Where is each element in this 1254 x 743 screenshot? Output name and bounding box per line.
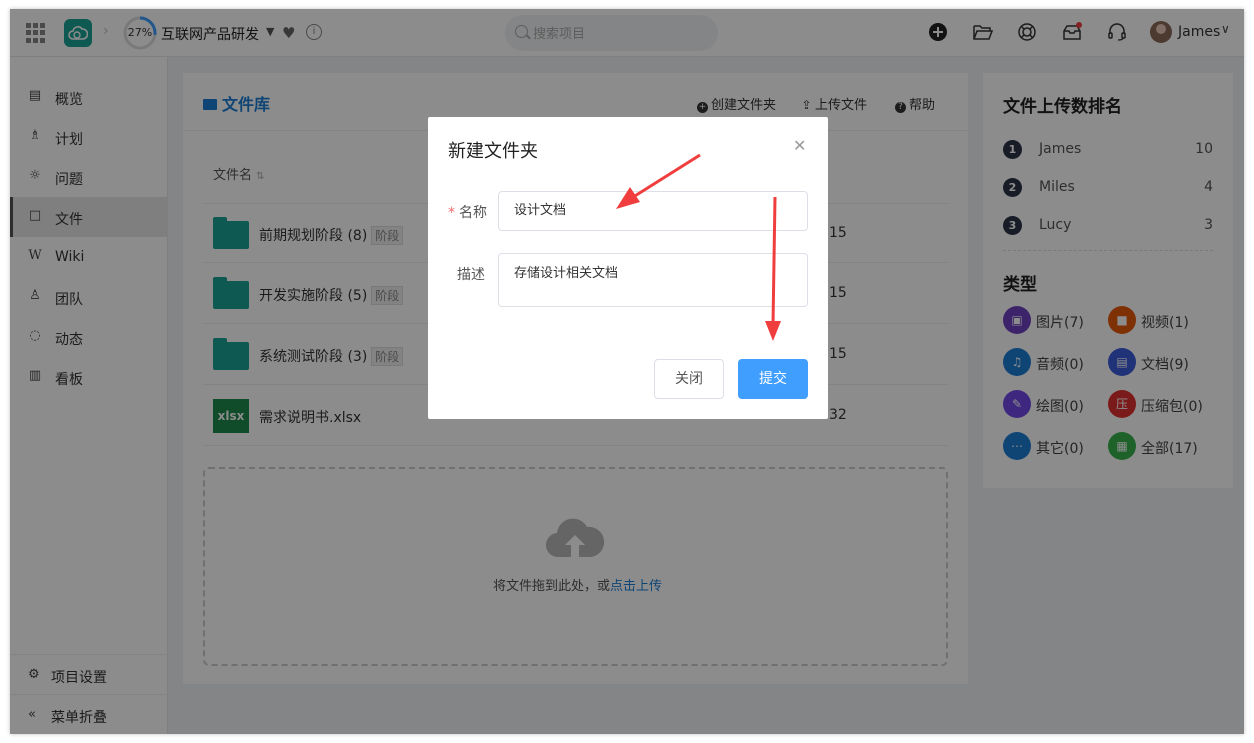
required-marker: * <box>448 205 455 221</box>
submit-button[interactable]: 提交 <box>738 359 808 399</box>
dialog-title: 新建文件夹 <box>448 141 538 162</box>
close-button[interactable]: 关闭 <box>654 359 724 399</box>
new-folder-dialog: 新建文件夹 ✕ * 名称 设计文档 描述 存储设计相关文档 关闭 提交 <box>428 117 828 419</box>
app-window: › 27% 互联网产品研发 ▼ ♥ i James ∨ ▤ 概览 ♗ 计划 <box>10 9 1244 734</box>
name-field-label: * 名称 <box>448 205 487 221</box>
close-icon[interactable]: ✕ <box>793 136 806 155</box>
folder-description-textarea[interactable]: 存储设计相关文档 <box>498 253 808 307</box>
folder-name-input[interactable]: 设计文档 <box>498 191 808 231</box>
description-field-label: 描述 <box>457 267 485 283</box>
